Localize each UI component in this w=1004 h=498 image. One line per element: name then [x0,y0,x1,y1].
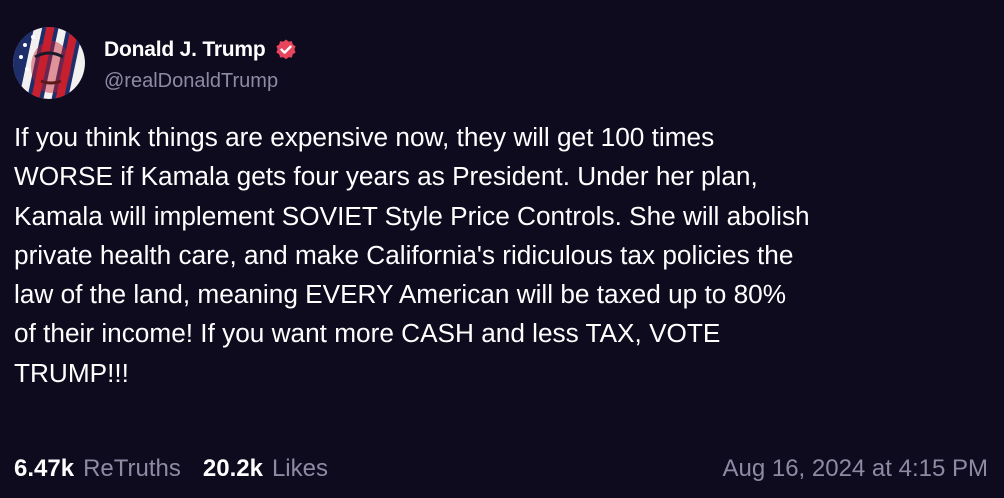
author-display-name[interactable]: Donald J. Trump [104,38,266,62]
retruths-stat[interactable]: 6.47k ReTruths [14,455,181,483]
retruths-count: 6.47k [14,455,75,482]
likes-count: 20.2k [202,455,263,482]
avatar[interactable] [13,27,85,99]
post-header: Donald J. Trump @realDonaldTrump [13,27,298,99]
author-handle[interactable]: @realDonaldTrump [104,70,298,93]
retruths-label: ReTruths [83,455,181,482]
avatar-image [13,27,85,99]
name-row: Donald J. Trump [104,34,298,66]
post-timestamp[interactable]: Aug 16, 2024 at 4:15 PM [722,455,988,483]
likes-stat[interactable]: 20.2k Likes [203,455,328,483]
post-footer: 6.47k ReTruths 20.2k Likes Aug 16, 2024 … [14,452,988,486]
author-info: Donald J. Trump @realDonaldTrump [104,34,298,93]
post-body-text: If you think things are expensive now, t… [14,122,810,388]
truth-post: Donald J. Trump @realDonaldTrump If you … [0,0,1004,498]
likes-label: Likes [271,455,328,482]
verified-badge-icon [274,38,298,62]
